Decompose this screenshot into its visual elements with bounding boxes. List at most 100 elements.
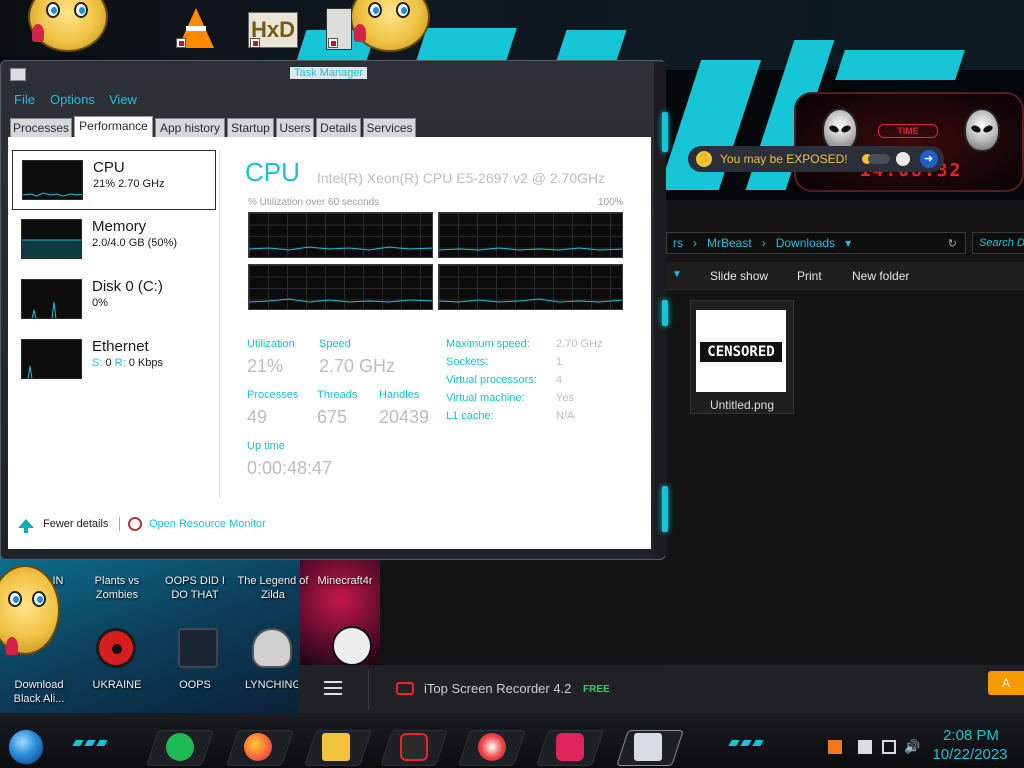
chevron-down-icon[interactable]: ▼ xyxy=(672,269,682,280)
tab-performance[interactable]: Performance xyxy=(74,116,153,138)
tab-startup[interactable]: Startup xyxy=(227,118,274,137)
spec-value: 4 xyxy=(556,374,563,386)
resource-subtitle: 0% xyxy=(92,297,108,309)
network-icon[interactable] xyxy=(882,740,896,754)
eye-icon xyxy=(74,2,88,18)
breadcrumb-item[interactable]: Downloads xyxy=(776,236,835,250)
desktop-icon-label[interactable]: OOPS xyxy=(160,678,230,692)
tab-details[interactable]: Details xyxy=(316,118,361,137)
frame-light xyxy=(662,300,668,326)
lynching-icon[interactable] xyxy=(252,628,292,668)
hamburger-menu-icon[interactable] xyxy=(324,681,342,695)
cpu-core-graph xyxy=(438,264,623,310)
print-button[interactable]: Print xyxy=(797,269,822,283)
arrow-right-icon[interactable]: ➜ xyxy=(919,150,938,168)
recorder-title: iTop Screen Recorder 4.2 xyxy=(424,681,572,696)
explorer-toolbar: ▼ Slide show Print New folder xyxy=(660,262,1024,290)
toast-text: You may be EXPOSED! xyxy=(720,152,848,166)
free-badge: FREE xyxy=(583,684,610,695)
task-manager-icon[interactable] xyxy=(634,733,662,761)
breadcrumb-item[interactable]: MrBeast xyxy=(707,236,752,250)
horn-icon xyxy=(6,637,18,655)
menu-options[interactable]: Options xyxy=(50,92,95,107)
resource-subtitle: S: 0 R: 0 Kbps xyxy=(92,357,163,369)
tab-app-history[interactable]: App history xyxy=(155,118,225,137)
desktop-icon-label[interactable]: Plants vs Zombies xyxy=(84,574,150,602)
tab-processes[interactable]: Processes xyxy=(10,118,72,137)
resource-item-ethernet[interactable]: Ethernet S: 0 R: 0 Kbps xyxy=(12,330,216,390)
skull-icon[interactable] xyxy=(332,626,372,666)
start-button-icon[interactable] xyxy=(8,729,44,765)
flag-icon[interactable] xyxy=(858,740,872,754)
desktop-icon-label[interactable]: Download Black Ali... xyxy=(4,678,74,706)
breadcrumb-item[interactable]: rs xyxy=(673,236,683,250)
sparkle-app-icon[interactable] xyxy=(556,733,584,761)
open-resource-monitor-link[interactable]: Open Resource Monitor xyxy=(149,518,266,530)
threads-value: 675 xyxy=(317,407,348,427)
resource-monitor-icon[interactable] xyxy=(128,517,142,531)
utilization-label: Utilization xyxy=(247,338,295,350)
eye-icon xyxy=(32,591,46,607)
desktop-icon-label[interactable]: OOPS DID I DO THAT xyxy=(160,574,230,602)
eye-icon xyxy=(46,2,60,18)
oops-icon[interactable] xyxy=(178,628,218,668)
disk-mini-graph-line xyxy=(31,301,57,318)
recorder-action-button[interactable]: A xyxy=(988,671,1024,695)
send-value: 0 xyxy=(105,357,112,369)
panel-divider[interactable] xyxy=(219,150,220,498)
fewer-details-link[interactable]: Fewer details xyxy=(43,518,108,530)
desktop-icon-label[interactable]: Minecraft4r xyxy=(312,574,378,588)
chevron-down-icon[interactable]: ▾ xyxy=(845,236,851,250)
radiation-icon[interactable] xyxy=(96,628,136,668)
clock-date[interactable]: 10/22/2023 xyxy=(930,746,1010,763)
spec-label: Virtual machine: xyxy=(446,392,525,404)
resource-subtitle: 2.0/4.0 GB (50%) xyxy=(92,237,177,249)
exposed-warning-toast[interactable]: ✋ You may be EXPOSED! ➜ xyxy=(688,146,944,172)
address-bar[interactable]: rs › MrBeast › Downloads ▾ ↻ xyxy=(666,232,966,254)
menu-file[interactable]: File xyxy=(14,92,35,107)
memory-mini-graph-line xyxy=(22,239,81,258)
search-input[interactable]: Search D xyxy=(972,232,1024,254)
new-folder-button[interactable]: New folder xyxy=(852,269,909,283)
desktop-icon-label[interactable]: UKRAINE xyxy=(84,678,150,692)
vlc-stripe xyxy=(186,26,206,31)
tab-services[interactable]: Services xyxy=(363,118,416,137)
shortcut-arrow-icon xyxy=(328,38,338,48)
slide-show-button[interactable]: Slide show xyxy=(710,269,768,283)
itop-recorder-icon[interactable] xyxy=(400,733,428,761)
menu-view[interactable]: View xyxy=(109,92,137,107)
paint-icon[interactable] xyxy=(478,733,506,761)
uptime-label: Up time xyxy=(247,440,285,452)
resource-item-disk[interactable]: Disk 0 (C:) 0% xyxy=(12,270,216,330)
cpu-mini-graph-line xyxy=(23,192,82,197)
core-usage-line xyxy=(439,247,622,251)
resource-item-cpu[interactable]: CPU 21% 2.70 GHz xyxy=(12,150,216,210)
ghost-icon[interactable] xyxy=(895,152,910,166)
tray-app-icon[interactable] xyxy=(828,740,842,754)
send-label: S: xyxy=(92,357,103,369)
speed-value: 2.70 GHz xyxy=(319,356,396,376)
resource-title: CPU xyxy=(93,159,125,176)
resource-item-memory[interactable]: Memory 2.0/4.0 GB (50%) xyxy=(12,210,216,270)
cpu-core-graph xyxy=(438,212,623,258)
refresh-icon[interactable]: ↻ xyxy=(948,237,957,250)
clock-time[interactable]: 2:08 PM xyxy=(936,727,1006,744)
volume-icon[interactable]: 🔊 xyxy=(904,740,920,754)
cpu-core-graph xyxy=(248,264,433,310)
cpu-mini-graph xyxy=(22,160,83,200)
desktop-icon-label-partial[interactable]: IN xyxy=(50,574,66,588)
firefox-icon[interactable] xyxy=(244,733,272,761)
taskbar-light-strip xyxy=(72,740,112,746)
utilization-graph-label: % Utilization over 60 seconds xyxy=(248,197,380,208)
recorder-separator xyxy=(368,670,369,710)
spec-value: Yes xyxy=(556,392,574,404)
desktop-icon-label[interactable]: The Legend of Zilda xyxy=(234,574,312,602)
file-name[interactable]: Untitled.png xyxy=(690,398,794,412)
spotify-icon[interactable] xyxy=(166,733,194,761)
censored-bar: CENSORED xyxy=(700,342,782,362)
toast-toggle[interactable] xyxy=(867,154,890,164)
spec-label: Maximum speed: xyxy=(446,338,530,350)
task-manager-icon xyxy=(10,68,26,81)
tab-users[interactable]: Users xyxy=(276,118,314,137)
file-explorer-icon[interactable] xyxy=(322,733,350,761)
